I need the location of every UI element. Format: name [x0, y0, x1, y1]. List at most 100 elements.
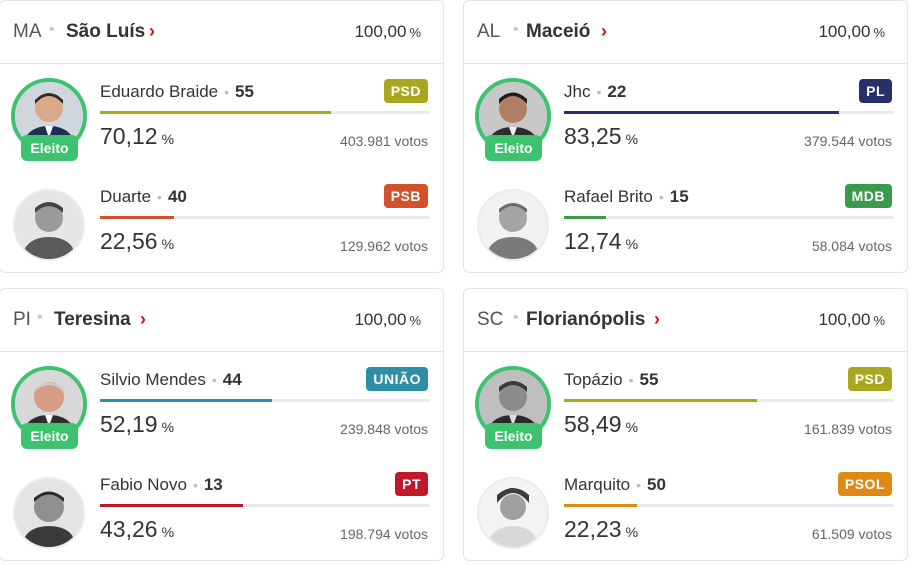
- candidate-photo: [13, 477, 85, 549]
- vote-count: 61.509 votos: [811, 526, 892, 542]
- vote-percent: 22,23%: [564, 516, 638, 543]
- candidate-row: Eleito Silvio Mendes • 44 UNIÃO 52,19% 239…: [0, 353, 443, 455]
- city-link[interactable]: Florianópolis: [526, 309, 645, 331]
- person-avatar-icon: [15, 191, 83, 259]
- percent-sign: %: [409, 313, 421, 328]
- vote-percent: 22,56%: [100, 228, 174, 255]
- candidate-number: 13: [203, 475, 223, 494]
- state-code: SC: [477, 309, 504, 330]
- percent-sign: %: [625, 419, 639, 435]
- party-badge: PT: [395, 472, 428, 496]
- separator-dot: •: [192, 477, 198, 493]
- percent-sign: %: [625, 131, 639, 147]
- vote-percent-value: 58,49: [564, 411, 622, 437]
- vote-percent: 83,25%: [564, 123, 638, 150]
- chevron-right-icon[interactable]: ›: [654, 309, 660, 330]
- percent-sign: %: [873, 313, 885, 328]
- party-badge: PSD: [383, 79, 428, 103]
- vote-bar-track: [100, 399, 430, 402]
- apuradas-value: 100,00: [818, 22, 871, 41]
- candidate-number: 50: [647, 475, 666, 494]
- candidate-name: Eduardo Braide • 55: [100, 82, 254, 102]
- chevron-right-icon[interactable]: ›: [149, 21, 155, 42]
- separator-dot: •: [211, 372, 217, 388]
- person-avatar-icon: [479, 191, 547, 259]
- elected-badge: Eleito: [21, 423, 78, 449]
- city-link[interactable]: São Luís: [66, 21, 145, 43]
- percent-sign: %: [161, 236, 175, 252]
- vote-percent: 52,19%: [100, 411, 174, 438]
- percent-sign: %: [161, 524, 175, 540]
- state-code: PI: [13, 309, 31, 330]
- separator-dot: •: [157, 189, 162, 205]
- percent-sign: %: [161, 131, 175, 147]
- separator-dot: •: [513, 309, 519, 326]
- chevron-right-icon[interactable]: ›: [140, 309, 146, 330]
- vote-bar-track: [564, 216, 894, 219]
- party-badge: PSB: [383, 184, 428, 208]
- city-result-card: SC • Florianópolis › 100,00% Eleito Topá…: [463, 288, 908, 561]
- candidate-number: 15: [669, 187, 689, 206]
- city-link[interactable]: Teresina: [54, 309, 131, 331]
- candidate-number: 22: [607, 82, 627, 101]
- percent-sign: %: [409, 25, 421, 40]
- candidate-name-text: Topázio: [564, 370, 623, 389]
- vote-count: 58.084 votos: [811, 238, 892, 254]
- vote-percent: 70,12%: [100, 123, 174, 150]
- state-code: AL: [477, 21, 501, 42]
- chevron-right-icon[interactable]: ›: [601, 21, 607, 42]
- vote-bar-fill: [564, 216, 607, 219]
- vote-percent: 58,49%: [564, 411, 638, 438]
- vote-percent-value: 52,19: [100, 411, 158, 437]
- city-link[interactable]: Maceió: [526, 21, 590, 43]
- vote-percent: 12,74%: [564, 228, 638, 255]
- percent-sign: %: [625, 236, 639, 252]
- apuradas-percent: 100,00%: [818, 310, 885, 330]
- candidate-name-text: Silvio Mendes: [100, 370, 206, 389]
- separator-dot: •: [658, 189, 664, 205]
- person-avatar-icon: [479, 479, 547, 547]
- candidate-row: Eleito Jhc • 22 PL 83,25% 379.544 votos: [464, 65, 907, 167]
- candidate-number: 40: [167, 187, 187, 206]
- elected-badge: Eleito: [21, 135, 78, 161]
- candidate-name-text: Fabio Novo: [100, 475, 187, 494]
- card-header: SC • Florianópolis › 100,00%: [464, 289, 907, 352]
- candidate-name-text: Eduardo Braide: [100, 82, 219, 101]
- party-badge: PSD: [847, 367, 892, 391]
- vote-count: 403.981 votos: [340, 133, 428, 149]
- vote-percent-value: 70,12: [100, 123, 158, 149]
- vote-percent-value: 12,74: [564, 228, 622, 254]
- candidate-name-text: Marquito: [564, 475, 631, 494]
- candidate-number: 55: [639, 370, 659, 389]
- candidate-row: Fabio Novo • 13 PT 43,26% 198.794 votos: [0, 458, 443, 560]
- party-badge: UNIÃO: [366, 367, 428, 391]
- candidate-name: Marquito • 50: [564, 475, 666, 495]
- candidate-row: Eleito Eduardo Braide • 55 PSD 70,12% 403.…: [0, 65, 443, 167]
- city-result-card: MA • São Luís › 100,00% Eleito Eduardo B…: [0, 0, 444, 273]
- elected-badge: Eleito: [485, 423, 542, 449]
- vote-bar-track: [100, 111, 430, 114]
- candidate-name: Topázio • 55: [564, 370, 658, 390]
- vote-bar-fill: [564, 111, 839, 114]
- state-code: MA: [13, 21, 42, 42]
- apuradas-value: 100,00: [818, 310, 871, 329]
- city-result-card: PI • Teresina › 100,00% Eleito Silvio Me…: [0, 288, 444, 561]
- candidate-name-text: Rafael Brito: [564, 187, 653, 206]
- separator-dot: •: [513, 21, 519, 38]
- vote-bar-fill: [564, 399, 758, 402]
- vote-percent: 43,26%: [100, 516, 174, 543]
- city-result-card: AL • Maceió › 100,00% Eleito Jhc • 22 PL 8…: [463, 0, 908, 273]
- candidate-name: Duarte • 40: [100, 187, 187, 207]
- candidate-photo: [13, 189, 85, 261]
- vote-percent-value: 22,56: [100, 228, 158, 254]
- candidate-photo: [477, 477, 549, 549]
- vote-bar-fill: [564, 504, 638, 507]
- vote-bar-track: [100, 216, 430, 219]
- separator-dot: •: [37, 309, 43, 326]
- vote-bar-track: [564, 504, 894, 507]
- party-badge: PL: [859, 79, 892, 103]
- separator-dot: •: [596, 84, 602, 100]
- apuradas-percent: 100,00%: [818, 22, 885, 42]
- candidate-row: Duarte • 40 PSB 22,56% 129.962 votos: [0, 170, 443, 272]
- apuradas-percent: 100,00%: [354, 310, 421, 330]
